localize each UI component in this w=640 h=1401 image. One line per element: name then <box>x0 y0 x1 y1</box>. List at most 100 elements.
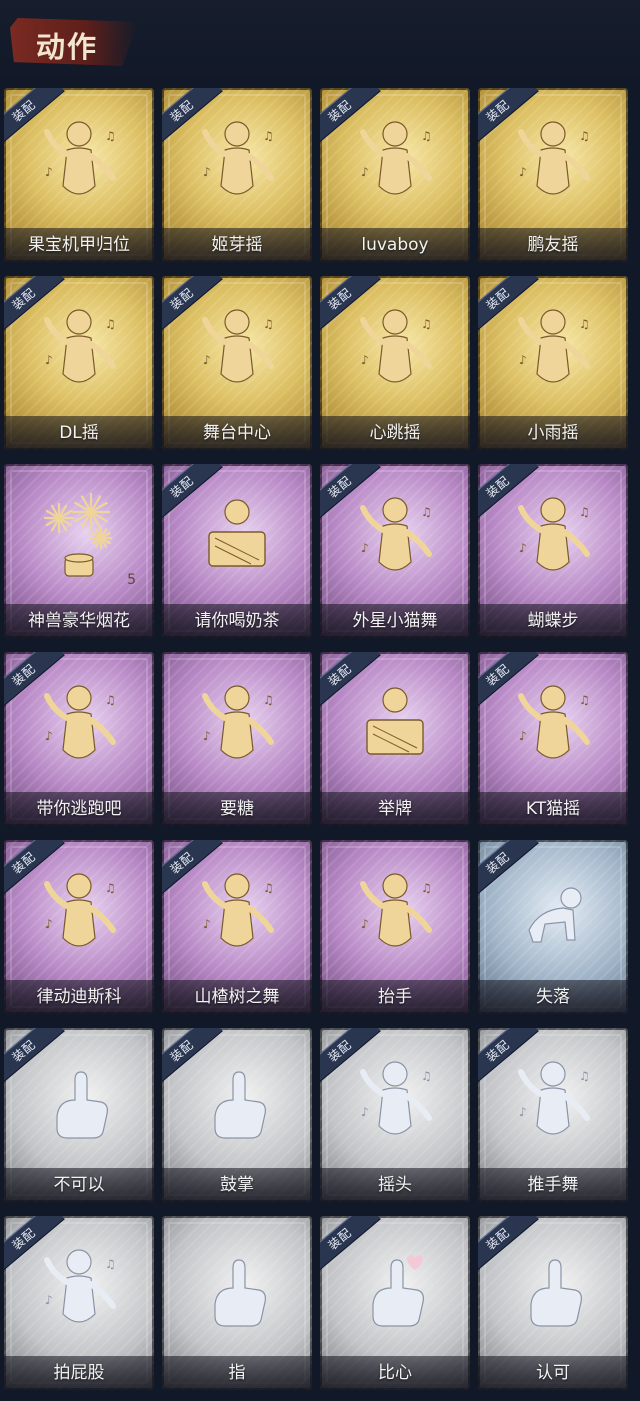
dance-pose-icon: ♪♫ <box>360 121 432 195</box>
svg-text:♫: ♫ <box>421 505 432 519</box>
emote-card[interactable]: 装配 ♪ ♫ 山楂树之舞 <box>162 840 312 1014</box>
emote-card[interactable]: 装配 ♪ ♫ 小雨摇 <box>478 276 628 450</box>
svg-text:♫: ♫ <box>263 693 274 707</box>
svg-text:♪: ♪ <box>45 165 53 179</box>
fireworks-icon <box>43 492 113 577</box>
emote-card[interactable]: 装配 不可以 <box>4 1028 154 1202</box>
header: 动作 <box>0 0 640 86</box>
emote-name: luvaboy <box>361 235 429 255</box>
dance-pose-icon: ♪♫ <box>518 685 590 759</box>
crawling-pose-icon <box>528 887 582 943</box>
dance-pose-icon: ♪♫ <box>360 497 432 571</box>
ask-candy-pose-icon: ♪♫ <box>202 685 274 759</box>
disco-pose-icon: ♪♫ <box>44 873 116 947</box>
emote-card[interactable]: 装配 ♪ ♫ 摇头 <box>320 1028 470 1202</box>
emote-card[interactable]: 装配 ♪ ♫ 推手舞 <box>478 1028 628 1202</box>
dance-pose-icon: ♪♫ <box>202 309 274 383</box>
emote-name: 神兽豪华烟花 <box>28 611 130 631</box>
emote-name: 指 <box>228 1363 246 1383</box>
svg-text:♫: ♫ <box>579 505 590 519</box>
emote-card[interactable]: 装配 ♪ ♫ DL摇 <box>4 276 154 450</box>
hold-sign-icon <box>366 687 424 755</box>
raise-hand-icon: ♪♫ <box>360 873 432 947</box>
svg-text:♪: ♪ <box>203 353 211 367</box>
emote-card[interactable]: 装配 ♪ ♫ 鹏友摇 <box>478 88 628 262</box>
emote-card[interactable]: 装配 比心 <box>320 1216 470 1390</box>
svg-text:♪: ♪ <box>45 1293 53 1307</box>
emote-card[interactable]: 指 <box>162 1216 312 1390</box>
emote-card[interactable]: 装配 ♪ ♫ 外星小猫舞 <box>320 464 470 638</box>
emote-card[interactable]: 装配 举牌 <box>320 652 470 826</box>
emote-name: DL摇 <box>59 423 99 443</box>
svg-text:♫: ♫ <box>421 881 432 895</box>
svg-text:♪: ♪ <box>203 729 211 743</box>
emote-name: 山楂树之舞 <box>194 987 280 1007</box>
dance-pose-icon: ♪♫ <box>44 121 116 195</box>
svg-text:♪: ♪ <box>361 1105 369 1119</box>
svg-text:♫: ♫ <box>263 881 274 895</box>
svg-text:♫: ♫ <box>421 1069 432 1083</box>
push-hands-icon: ♪♫ <box>518 1061 590 1135</box>
svg-text:♫: ♫ <box>579 693 590 707</box>
svg-text:♪: ♪ <box>519 353 527 367</box>
svg-text:♫: ♫ <box>105 317 116 331</box>
emote-card[interactable]: 装配 ♪ ♫ luvaboy <box>320 88 470 262</box>
emote-name: 舞台中心 <box>203 423 271 443</box>
emote-name: 心跳摇 <box>369 423 421 443</box>
emote-card[interactable]: 装配 请你喝奶茶 <box>162 464 312 638</box>
emote-name: 摇头 <box>378 1175 412 1195</box>
emote-name: 举牌 <box>378 799 412 819</box>
dance-pose-icon: ♪♫ <box>44 309 116 383</box>
emote-card[interactable]: 装配 ♪ ♫ 拍屁股 <box>4 1216 154 1390</box>
finger-heart-icon <box>372 1255 424 1327</box>
emote-name: 鼓掌 <box>220 1175 254 1195</box>
svg-text:♪: ♪ <box>203 165 211 179</box>
clapping-hands-icon <box>214 1071 266 1139</box>
svg-text:♫: ♫ <box>105 693 116 707</box>
pat-pose-icon: ♪♫ <box>44 1249 116 1323</box>
emote-card[interactable]: 装配 ♪ ♫ 带你逃跑吧 <box>4 652 154 826</box>
dance-pose-icon: ♪♫ <box>518 309 590 383</box>
svg-text:♪: ♪ <box>519 541 527 555</box>
dance-pose-icon: ♪♫ <box>518 121 590 195</box>
emote-card[interactable]: 装配 认可 <box>478 1216 628 1390</box>
svg-text:♫: ♫ <box>105 129 116 143</box>
emote-card[interactable]: 装配 ♪ ♫ 心跳摇 <box>320 276 470 450</box>
svg-text:♫: ♫ <box>105 881 116 895</box>
emote-name: 律动迪斯科 <box>36 987 122 1007</box>
emote-card[interactable]: ♪ ♫ 抬手 <box>320 840 470 1014</box>
emote-name: 带你逃跑吧 <box>36 799 122 819</box>
svg-text:♪: ♪ <box>519 729 527 743</box>
svg-text:♪: ♪ <box>361 917 369 931</box>
svg-text:♪: ♪ <box>361 541 369 555</box>
svg-text:♪: ♪ <box>361 353 369 367</box>
svg-text:♫: ♫ <box>579 129 590 143</box>
thumbs-up-icon <box>530 1259 582 1327</box>
emote-card[interactable]: 装配 失落 <box>478 840 628 1014</box>
emote-name: 抬手 <box>378 987 412 1007</box>
emote-card[interactable]: ♪ ♫ 要糖 <box>162 652 312 826</box>
item-count: 5 <box>127 572 136 588</box>
emote-grid: 装配 ♪ ♫ 果宝机甲归位 装配 ♪ ♫ 姬芽摇 装配 ♪ ♫ luvaboy 装配 ♪ ♫ 鹏友摇 装配 ♪ ♫ D… <box>4 88 636 1390</box>
svg-text:♪: ♪ <box>45 917 53 931</box>
emote-card[interactable]: 装配 ♪ ♫ 蝴蝶步 <box>478 464 628 638</box>
emote-card[interactable]: 装配 ♪ ♫ 果宝机甲归位 <box>4 88 154 262</box>
svg-text:♪: ♪ <box>45 729 53 743</box>
svg-text:♫: ♫ <box>105 1257 116 1271</box>
svg-text:♫: ♫ <box>421 317 432 331</box>
emote-name: 小雨摇 <box>527 423 579 443</box>
emote-name: 推手舞 <box>527 1175 579 1195</box>
svg-text:♫: ♫ <box>579 1069 590 1083</box>
svg-text:♪: ♪ <box>519 165 527 179</box>
emote-name: 姬芽摇 <box>211 235 263 255</box>
emote-card[interactable]: 装配 ♪ ♫ 律动迪斯科 <box>4 840 154 1014</box>
svg-text:♪: ♪ <box>361 165 369 179</box>
emote-name: 要糖 <box>220 799 254 819</box>
emote-card[interactable]: 装配 鼓掌 <box>162 1028 312 1202</box>
emote-card[interactable]: 装配 ♪ ♫ KT猫摇 <box>478 652 628 826</box>
emote-card[interactable]: 装配 ♪ ♫ 姬芽摇 <box>162 88 312 262</box>
emote-card[interactable]: 5 神兽豪华烟花 <box>4 464 154 638</box>
dance-pose-icon: ♪♫ <box>202 873 274 947</box>
emote-card[interactable]: 装配 ♪ ♫ 舞台中心 <box>162 276 312 450</box>
dance-pose-icon: ♪♫ <box>360 309 432 383</box>
